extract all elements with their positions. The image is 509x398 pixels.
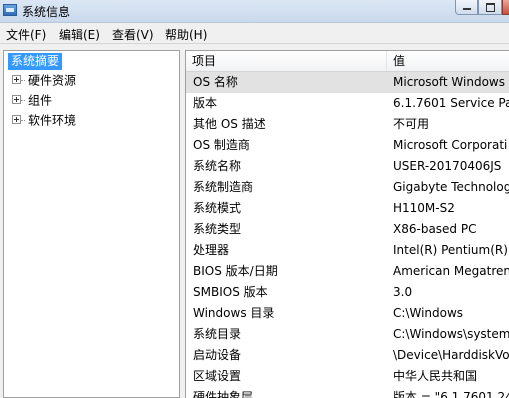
menu-help[interactable]: 帮助(H): [165, 26, 207, 43]
tree-connector: [21, 79, 25, 82]
row-value: \Device\HarddiskVo: [393, 348, 509, 362]
title-bar[interactable]: 系统信息: [0, 0, 509, 23]
column-header-item[interactable]: 项目: [186, 51, 387, 71]
table-row[interactable]: 区域设置 中华人民共和国: [186, 366, 509, 387]
table-row[interactable]: BIOS 版本/日期 American Megatrenc: [186, 261, 509, 282]
tree-connector: [21, 119, 25, 122]
table-row[interactable]: 处理器 Intel(R) Pentium(R) C: [186, 240, 509, 261]
row-value: USER-20170406JS: [393, 159, 502, 173]
tree-item-label: 软件环境: [28, 113, 77, 128]
table-row[interactable]: 系统模式 H110M-S2: [186, 198, 509, 219]
tree-item-components[interactable]: 组件: [12, 91, 52, 109]
tree-item-system-summary[interactable]: 系统摘要: [8, 53, 63, 70]
table-row[interactable]: 其他 OS 描述 不可用: [186, 114, 509, 135]
row-value: 版本 = "6.1.7601.245: [393, 390, 509, 398]
tree-item-hardware-resources[interactable]: 硬件资源: [12, 71, 76, 89]
column-header-value[interactable]: 值: [387, 51, 509, 71]
minimize-button[interactable]: [455, 0, 478, 15]
row-value: Microsoft Windows: [393, 75, 505, 89]
client-area: 系统摘要 硬件资源 组件 软件环境 项目 值 OS 名称 Microsoft W…: [0, 44, 509, 398]
menu-bar: 文件(F) 编辑(E) 查看(V) 帮助(H): [0, 23, 509, 44]
tree-item-label: 组件: [28, 93, 53, 108]
row-item: 启动设备: [193, 348, 242, 362]
row-value: 6.1.7601 Service Pac: [393, 96, 509, 110]
row-item: BIOS 版本/日期: [193, 264, 278, 278]
table-row[interactable]: 系统制造商 Gigabyte Technolog: [186, 177, 509, 198]
table-row[interactable]: 系统类型 X86-based PC: [186, 219, 509, 240]
close-button[interactable]: [502, 0, 509, 15]
row-value: 不可用: [393, 117, 430, 131]
row-item: 处理器: [193, 243, 230, 257]
details-list[interactable]: 项目 值 OS 名称 Microsoft Windows 版本 6.1.7601…: [185, 50, 509, 398]
row-item: OS 名称: [193, 75, 238, 89]
row-value: Intel(R) Pentium(R) C: [393, 243, 509, 257]
tree-connector: [21, 99, 25, 102]
table-row[interactable]: Windows 目录 C:\Windows: [186, 303, 509, 324]
expand-icon[interactable]: [12, 95, 21, 104]
row-value: C:\Windows\system3: [393, 327, 509, 341]
table-row[interactable]: 版本 6.1.7601 Service Pac: [186, 93, 509, 114]
expand-icon[interactable]: [12, 75, 21, 84]
table-row[interactable]: OS 名称 Microsoft Windows: [186, 72, 509, 93]
row-item: 系统名称: [193, 159, 242, 173]
row-item: Windows 目录: [193, 306, 275, 320]
row-value: 3.0: [393, 285, 413, 299]
row-item: 系统模式: [193, 201, 242, 215]
table-row[interactable]: 硬件抽象层 版本 = "6.1.7601.245: [186, 387, 509, 398]
row-item: OS 制造商: [193, 138, 250, 152]
maximize-button[interactable]: [478, 0, 502, 15]
tree-item-label: 硬件资源: [28, 73, 77, 88]
menu-file[interactable]: 文件(F): [6, 26, 46, 43]
row-value: Gigabyte Technolog: [393, 180, 509, 194]
row-item: 硬件抽象层: [193, 390, 254, 398]
row-item: 版本: [193, 96, 218, 110]
category-tree[interactable]: 系统摘要 硬件资源 组件 软件环境: [3, 50, 180, 398]
row-value: X86-based PC: [393, 222, 477, 236]
row-value: Microsoft Corporati: [393, 138, 508, 152]
row-item: 其他 OS 描述: [193, 117, 266, 131]
table-row[interactable]: 系统目录 C:\Windows\system3: [186, 324, 509, 345]
menu-view[interactable]: 查看(V): [112, 26, 154, 43]
row-item: 系统类型: [193, 222, 242, 236]
row-value: 中华人民共和国: [393, 369, 478, 383]
system-information-icon: [3, 4, 17, 16]
system-information-window: 系统信息 文件(F) 编辑(E) 查看(V) 帮助(H) 系统摘要 硬件资源 组…: [0, 0, 509, 398]
table-row[interactable]: SMBIOS 版本 3.0: [186, 282, 509, 303]
tree-item-software-environment[interactable]: 软件环境: [12, 111, 76, 129]
row-item: 系统制造商: [193, 180, 254, 194]
list-rows: OS 名称 Microsoft Windows 版本 6.1.7601 Serv…: [186, 72, 509, 398]
row-value: H110M-S2: [393, 201, 455, 215]
row-item: SMBIOS 版本: [193, 285, 268, 299]
row-item: 系统目录: [193, 327, 242, 341]
table-row[interactable]: OS 制造商 Microsoft Corporati: [186, 135, 509, 156]
table-row[interactable]: 启动设备 \Device\HarddiskVo: [186, 345, 509, 366]
row-value: C:\Windows: [393, 306, 464, 320]
table-row[interactable]: 系统名称 USER-20170406JS: [186, 156, 509, 177]
menu-edit[interactable]: 编辑(E): [59, 26, 100, 43]
row-item: 区域设置: [193, 369, 242, 383]
expand-icon[interactable]: [12, 115, 21, 124]
row-value: American Megatrenc: [393, 264, 509, 278]
window-title: 系统信息: [22, 5, 71, 19]
list-header: 项目 值: [186, 51, 509, 72]
